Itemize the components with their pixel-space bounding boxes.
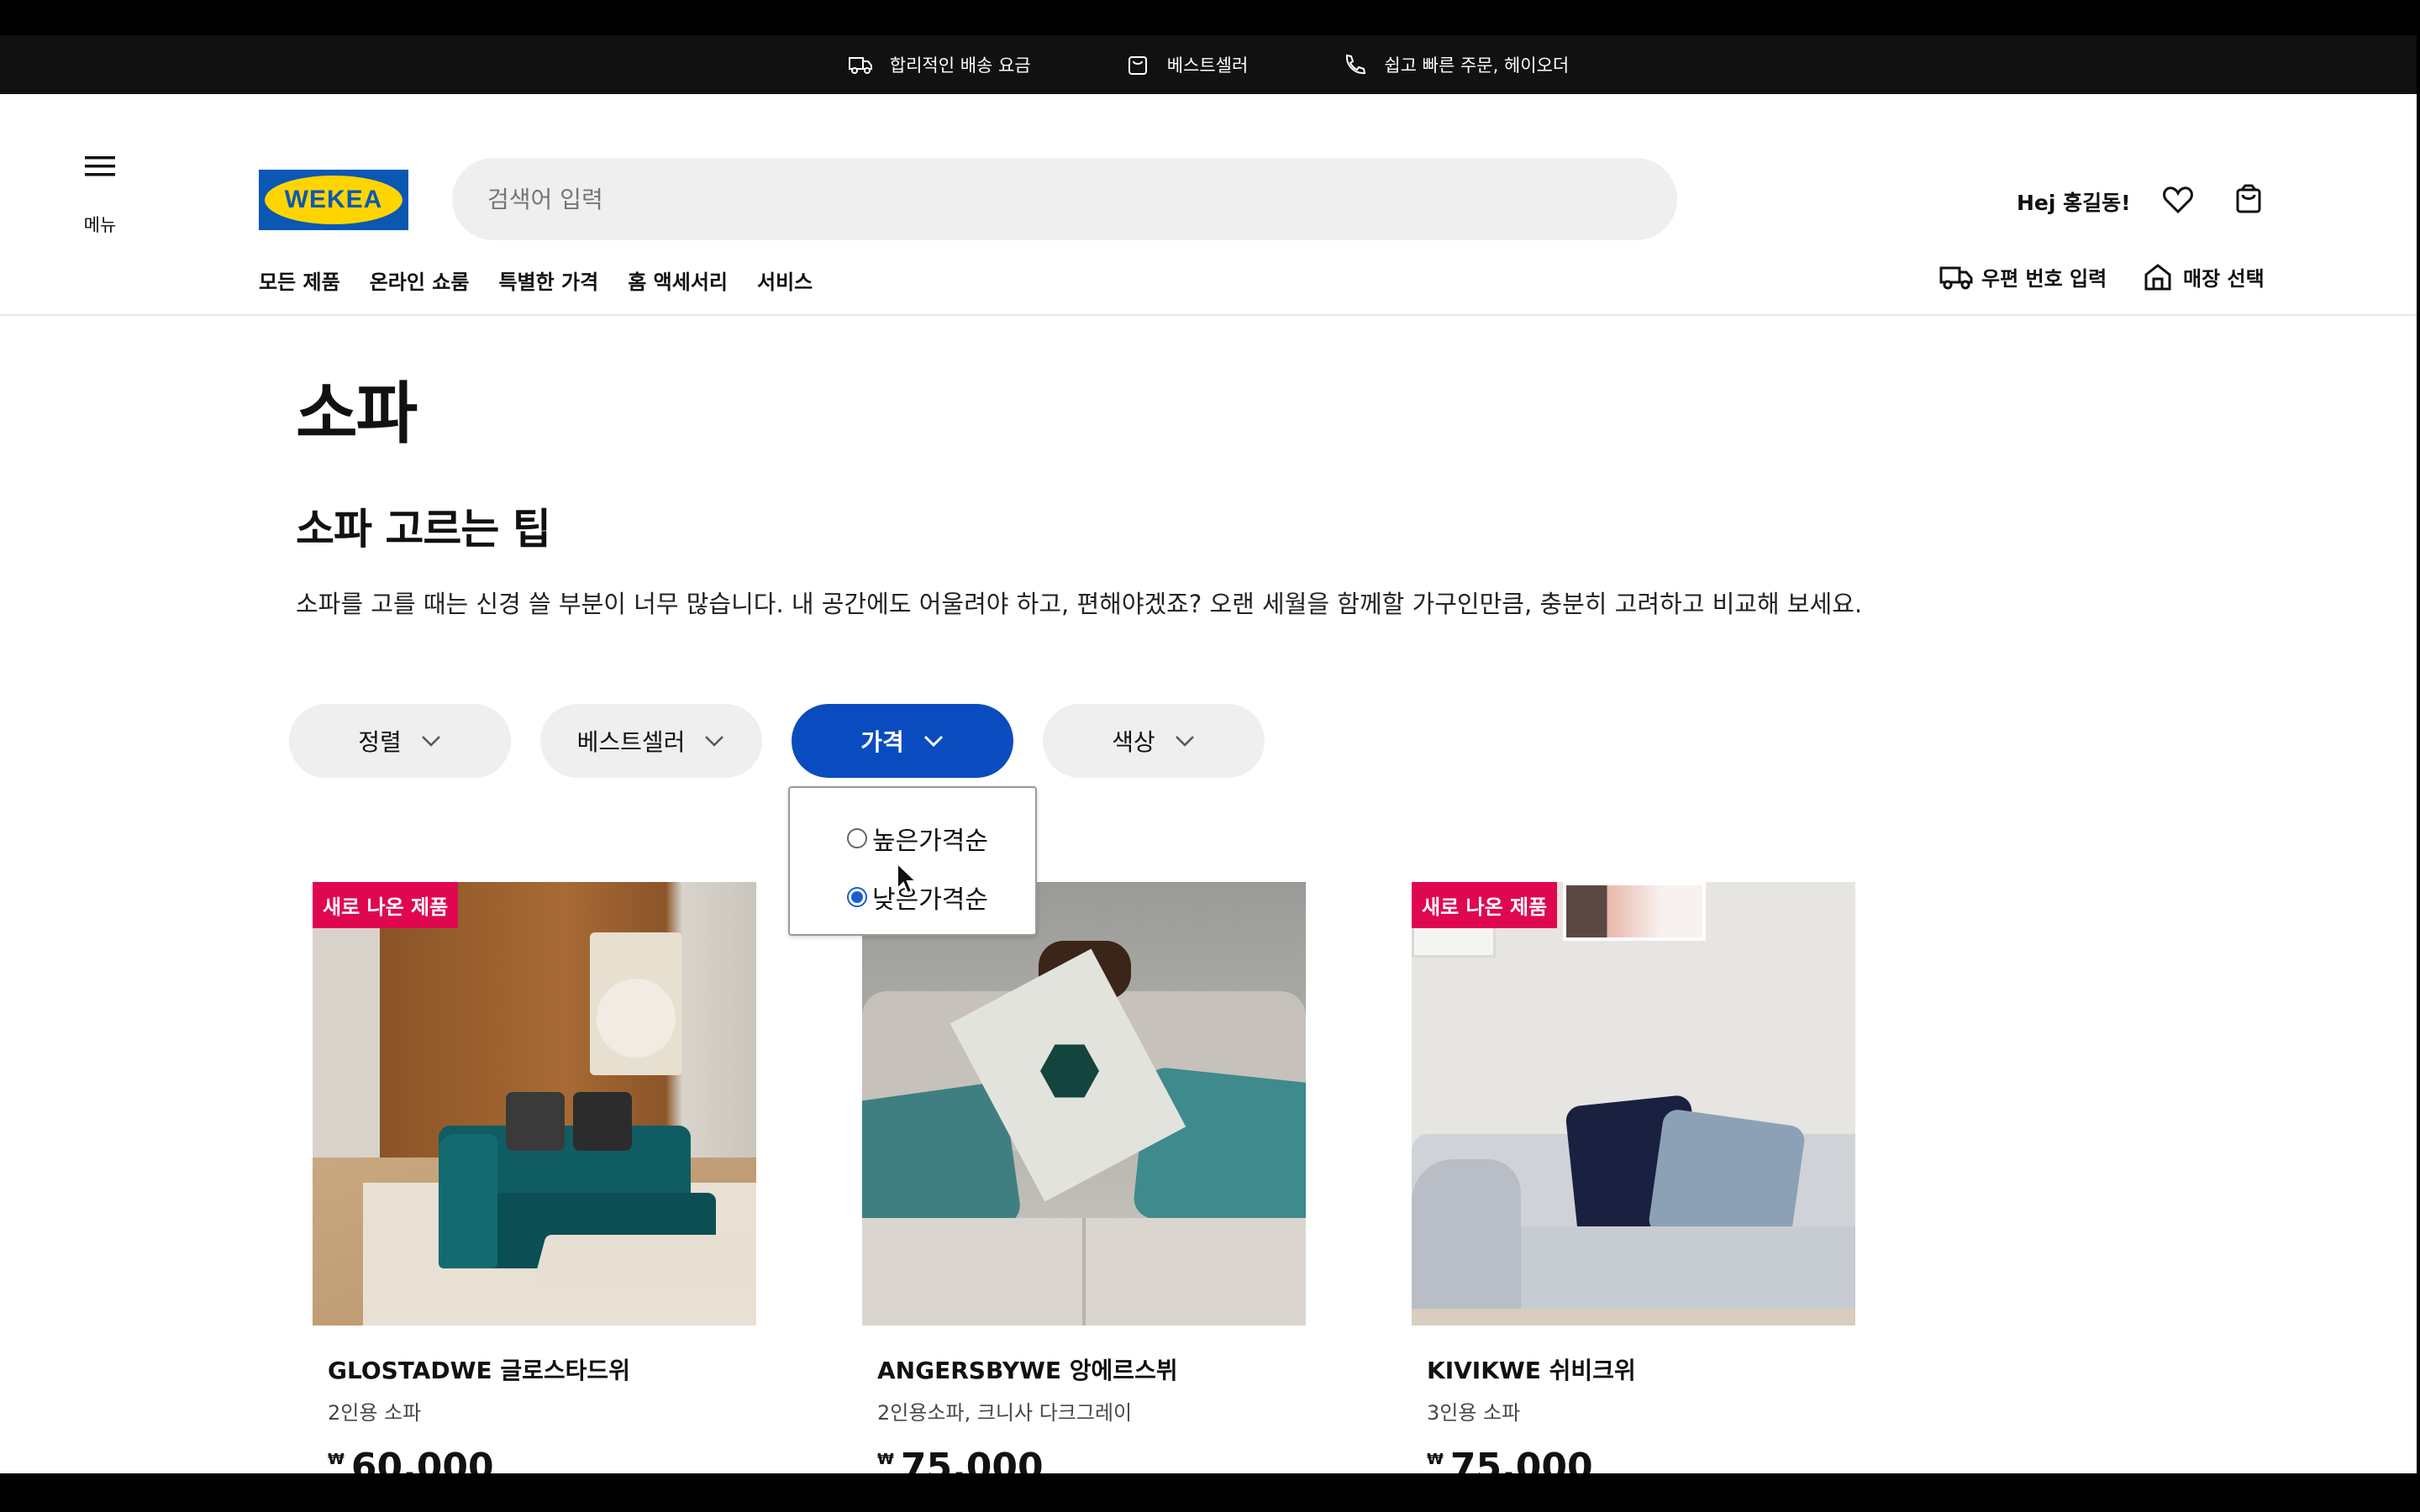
tips-body: 소파를 고를 때는 신경 쓸 부분이 너무 많습니다. 내 공간에도 어울려야 … (296, 590, 1863, 618)
product-card[interactable]: 새로 나온 제품 KIVIKWE 쉬비크위 3인용 소파 ₩ 75,000 (1412, 882, 1855, 1473)
page-title: 소파 (296, 375, 418, 453)
product-name[interactable]: KIVIKWE 쉬비크위 (1427, 1352, 1855, 1386)
menu-label: 메뉴 (83, 215, 117, 235)
radio-button-checked[interactable] (847, 887, 867, 907)
price-sort-dropdown: 높은가격순 낮은가격순 (788, 786, 1037, 936)
promo-item-shipping[interactable]: 합리적인 배송 요금 (848, 52, 1031, 77)
promo-label: 합리적인 배송 요금 (889, 55, 1031, 76)
user-greeting[interactable]: Hej 홍길동! (2017, 186, 2131, 217)
page: 합리적인 배송 요금 베스트셀러 쉽고 빠른 주문, 헤이오더 메뉴 WEKEA… (0, 35, 2417, 1473)
radio-button[interactable] (847, 828, 867, 848)
promo-item-heyorder[interactable]: 쉽고 빠른 주문, 헤이오더 (1342, 52, 1569, 77)
filter-price-button[interactable]: 가격 (792, 704, 1013, 778)
nav-item-special-price[interactable]: 특별한 가격 (498, 265, 598, 295)
new-product-badge: 새로 나온 제품 (1412, 882, 1558, 928)
price-value: 75,000 (1449, 1446, 1593, 1473)
product-image[interactable] (862, 882, 1306, 1326)
nav-item-all-products[interactable]: 모든 제품 (259, 265, 340, 295)
filter-label: 정렬 (358, 728, 402, 756)
cart-button[interactable] (2232, 183, 2265, 217)
product-name[interactable]: ANGERSBYWE 앙에르스뷔 (877, 1352, 1306, 1386)
chevron-down-icon (1175, 736, 1194, 747)
tips-title: 소파 고르는 팁 (296, 505, 551, 554)
currency-symbol: ₩ (877, 1451, 894, 1468)
truck-icon (848, 57, 872, 74)
nav-item-home-accessories[interactable]: 홈 액세서리 (628, 265, 728, 295)
promo-bar: 합리적인 배송 요금 베스트셀러 쉽고 빠른 주문, 헤이오더 (0, 35, 2417, 94)
shopping-bag-icon (1128, 56, 1147, 75)
product-price: ₩ 75,000 (877, 1446, 1306, 1473)
screen-frame: 합리적인 배송 요금 베스트셀러 쉽고 빠른 주문, 헤이오더 메뉴 WEKEA… (0, 0, 2420, 1512)
price-value: 75,000 (900, 1446, 1044, 1473)
option-label: 높은가격순 (872, 827, 988, 856)
chevron-down-icon (421, 736, 440, 747)
filter-label: 가격 (860, 728, 904, 756)
product-price: ₩ 75,000 (1427, 1446, 1855, 1473)
product-description: 3인용 소파 (1427, 1401, 1521, 1425)
shopping-bag-icon (2236, 184, 2261, 213)
currency-symbol: ₩ (1427, 1451, 1444, 1468)
product-description: 2인용 소파 (328, 1401, 422, 1425)
filter-label: 색상 (1112, 728, 1155, 756)
new-product-badge: 새로 나온 제품 (313, 882, 459, 928)
product-image[interactable]: 새로 나온 제품 (1412, 882, 1855, 1326)
nav-item-online-showroom[interactable]: 온라인 쇼룸 (370, 265, 470, 295)
promo-label: 베스트셀러 (1166, 55, 1249, 76)
postcode-button[interactable]: 우편 번호 입력 (1939, 262, 2107, 291)
filter-bestseller-button[interactable]: 베스트셀러 (540, 704, 762, 778)
nav-item-services[interactable]: 서비스 (757, 265, 813, 295)
logo[interactable]: WEKEA (259, 170, 408, 230)
sort-option-price-high[interactable]: 높은가격순 (847, 820, 988, 857)
mouse-cursor-icon (897, 862, 918, 895)
main-nav: 모든 제품 온라인 쇼룸 특별한 가격 홈 액세서리 서비스 (259, 265, 813, 295)
product-card[interactable]: 새로 나온 제품 GLOSTADWE 글로스타드위 2인용 소파 ₩ 60,00… (313, 882, 756, 1473)
chevron-down-icon (705, 736, 724, 747)
logo-text: WEKEA (265, 176, 402, 224)
store-select-button[interactable]: 매장 선택 (2141, 262, 2265, 291)
store-label: 매장 선택 (2183, 267, 2265, 291)
filter-color-button[interactable]: 색상 (1043, 704, 1265, 778)
currency-symbol: ₩ (328, 1451, 345, 1468)
header-divider (0, 314, 2417, 316)
menu-button[interactable]: 메뉴 (74, 153, 126, 237)
filter-label: 베스트셀러 (576, 728, 686, 756)
phone-icon (1346, 54, 1366, 75)
promo-item-bestseller[interactable]: 베스트셀러 (1125, 52, 1249, 77)
hamburger-icon (85, 156, 115, 176)
wishlist-button[interactable] (2161, 183, 2195, 217)
product-name[interactable]: GLOSTADWE 글로스타드위 (328, 1352, 756, 1386)
product-price: ₩ 60,000 (328, 1446, 756, 1473)
postcode-label: 우편 번호 입력 (1981, 267, 2107, 291)
heart-icon (2163, 186, 2193, 214)
search-input[interactable] (452, 158, 1677, 240)
filter-sort-button[interactable]: 정렬 (289, 704, 511, 778)
sort-option-price-low[interactable]: 낮은가격순 (847, 879, 988, 916)
truck-icon (1939, 266, 1973, 289)
option-label: 낮은가격순 (872, 885, 988, 915)
promo-label: 쉽고 빠른 주문, 헤이오더 (1384, 55, 1570, 76)
product-image[interactable]: 새로 나온 제품 (313, 882, 756, 1326)
product-description: 2인용소파, 크니사 다크그레이 (877, 1401, 1133, 1425)
chevron-down-icon (923, 735, 943, 748)
price-value: 60,000 (350, 1446, 494, 1473)
product-card[interactable]: ANGERSBYWE 앙에르스뷔 2인용소파, 크니사 다크그레이 ₩ 75,0… (862, 882, 1306, 1473)
store-icon (2144, 263, 2171, 290)
